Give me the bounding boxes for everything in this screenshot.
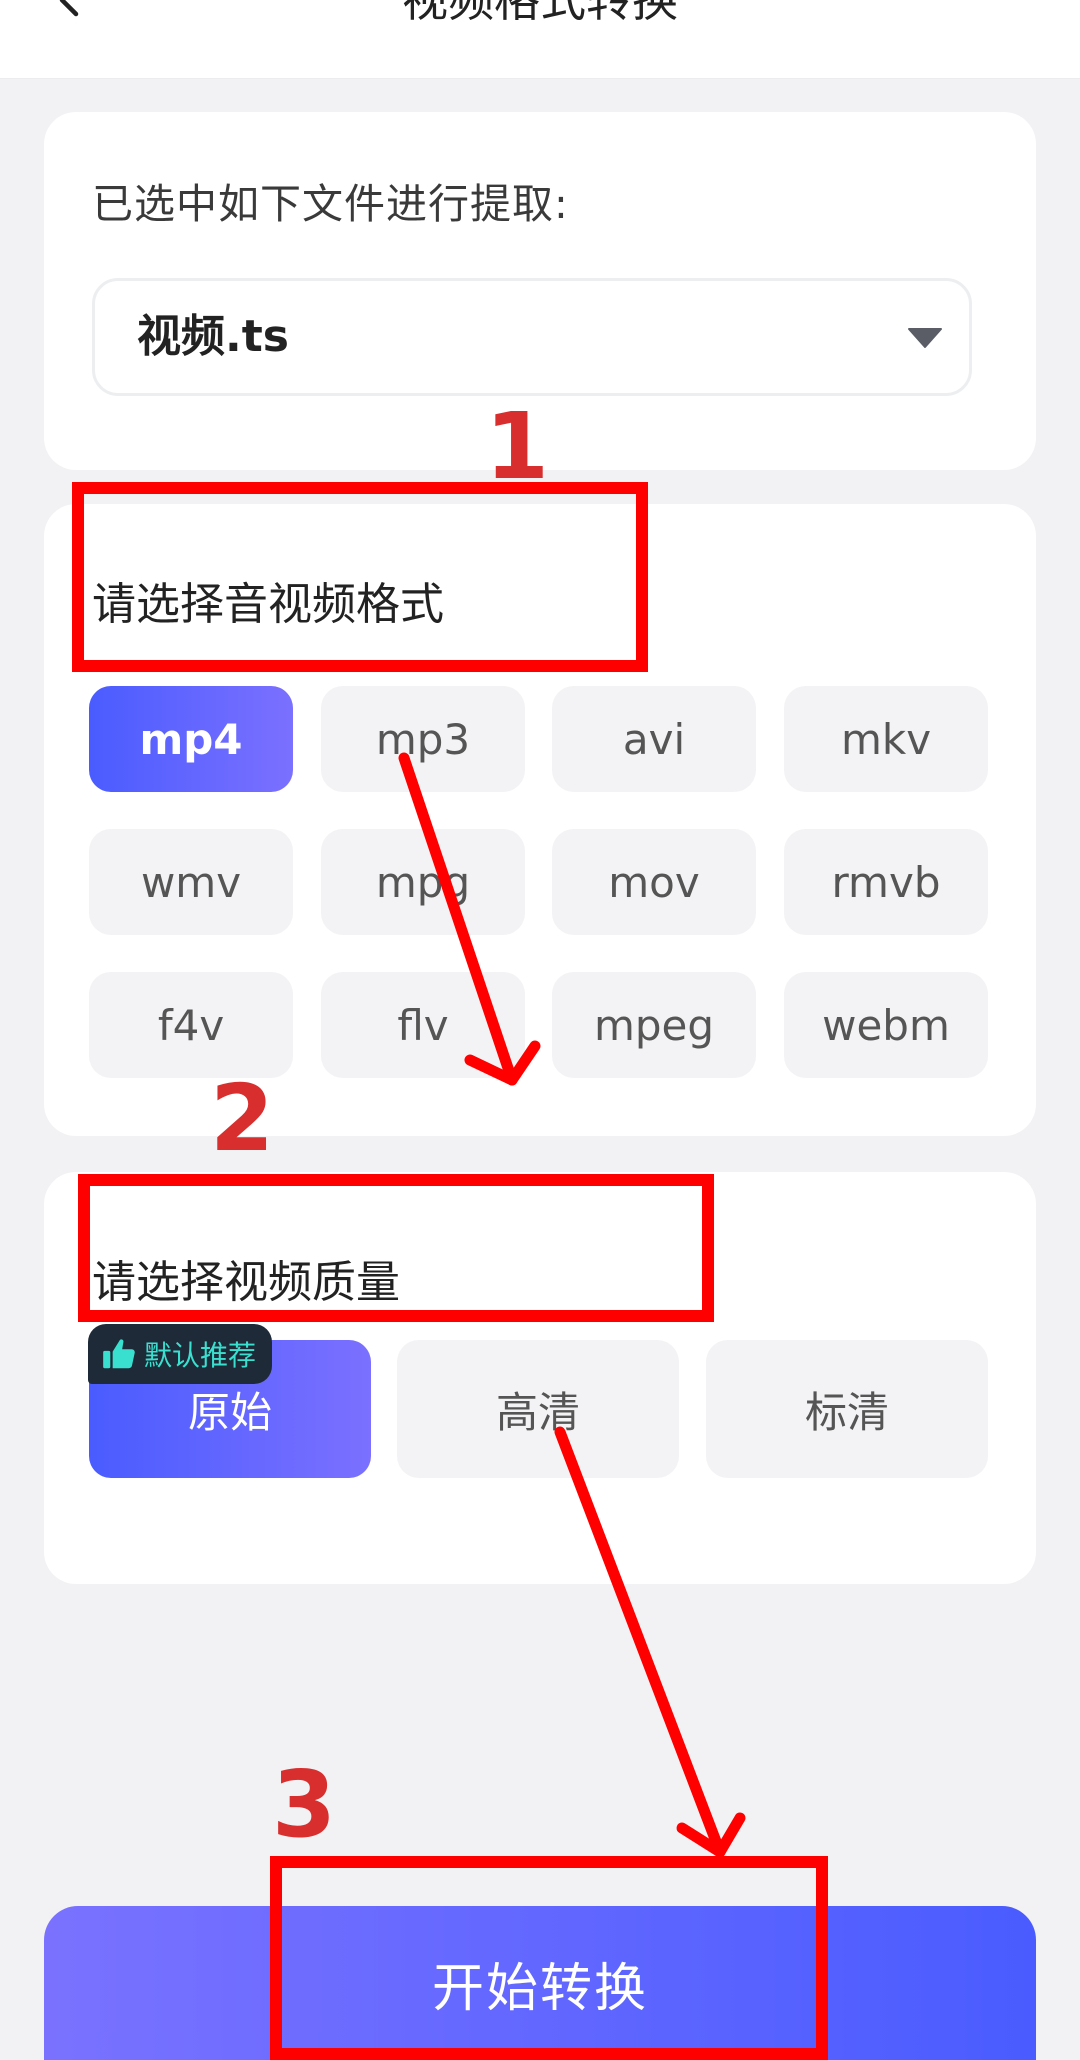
format-option-flv[interactable]: flv xyxy=(321,972,525,1078)
selected-file-name: 视频.ts xyxy=(137,311,289,362)
recommended-badge-label: 默认推荐 xyxy=(144,1339,257,1372)
format-option-mp4[interactable]: mp4 xyxy=(89,686,293,792)
page-title: 视频格式转换 xyxy=(402,0,678,27)
quality-selection-card: 请选择视频质量 默认推荐 原始 高清 标清 xyxy=(44,1172,1036,1584)
format-option-wmv[interactable]: wmv xyxy=(89,829,293,935)
format-option-webm[interactable]: webm xyxy=(784,972,988,1078)
quality-option-hd[interactable]: 高清 xyxy=(397,1340,679,1478)
format-option-mkv[interactable]: mkv xyxy=(784,686,988,792)
format-selection-card: 请选择音视频格式 mp4 mp3 avi mkv wmv mpg mov rmvb f4v flv… xyxy=(44,504,1036,1136)
thumbs-up-icon xyxy=(103,1339,135,1369)
quality-option-sd[interactable]: 标清 xyxy=(706,1340,988,1478)
quality-section-title: 请选择视频质量 xyxy=(92,1257,400,1308)
format-option-f4v[interactable]: f4v xyxy=(89,972,293,1078)
format-option-mp3[interactable]: mp3 xyxy=(321,686,525,792)
format-option-mov[interactable]: mov xyxy=(552,829,756,935)
file-selection-label: 已选中如下文件进行提取: xyxy=(92,180,569,228)
format-option-mpg[interactable]: mpg xyxy=(321,829,525,935)
format-option-mpeg[interactable]: mpeg xyxy=(552,972,756,1078)
annotation-step-3: 3 xyxy=(272,1751,336,1858)
top-bar: 视频格式转换 xyxy=(0,0,1080,79)
start-convert-button[interactable]: 开始转换 xyxy=(44,1906,1036,2060)
format-option-rmvb[interactable]: rmvb xyxy=(784,829,988,935)
format-section-title: 请选择音视频格式 xyxy=(92,579,444,630)
caret-down-icon xyxy=(908,328,942,348)
recommended-badge: 默认推荐 xyxy=(88,1324,273,1384)
format-option-avi[interactable]: avi xyxy=(552,686,756,792)
file-selection-card: 已选中如下文件进行提取: 视频.ts xyxy=(44,112,1036,470)
file-dropdown[interactable]: 视频.ts xyxy=(92,278,972,396)
